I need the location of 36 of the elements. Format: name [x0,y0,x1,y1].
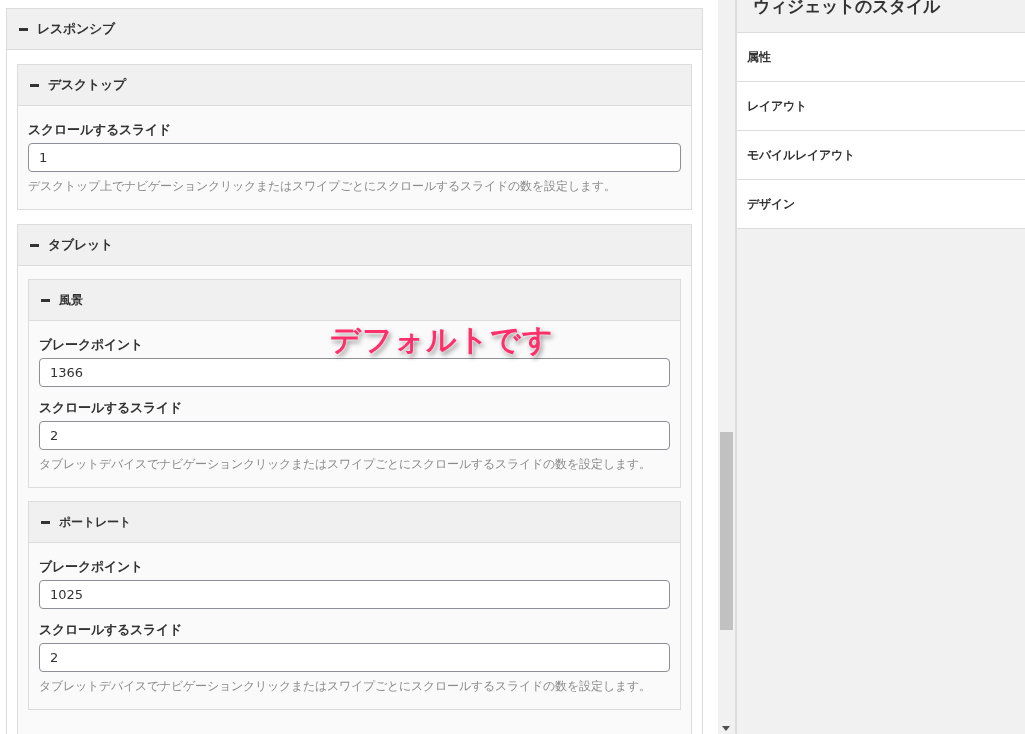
field-label: スクロールするスライド [28,121,171,139]
scrollbar-thumb[interactable] [720,432,733,630]
minus-icon [41,520,50,524]
field-label: ブレークポイント [39,558,143,576]
field-label: ブレークポイント [39,336,143,354]
input-field[interactable]: 2 [39,643,670,672]
help-text: タブレットデバイスでナビゲーションクリックまたはスワイプごとにスクロールするスライドの数を設定します。 [39,678,652,695]
input-field[interactable]: 1025 [39,580,670,609]
minus-icon [30,83,39,87]
minus-icon [19,27,28,31]
panel-menu-item[interactable]: デザイン [737,180,1025,229]
scroll-down-icon[interactable] [722,726,730,731]
input-field[interactable]: 1 [28,143,681,172]
field-label: スクロールするスライド [39,399,182,417]
panel-menu-item[interactable]: モバイルレイアウト [737,131,1025,180]
scrollbar[interactable] [718,0,736,734]
help-text: デスクトップ上でナビゲーションクリックまたはスワイプごとにスクロールするスライドの数を設定します。 [28,178,617,195]
section-title: タブレット [48,236,113,254]
input-field[interactable]: 1366 [39,358,670,387]
input-field[interactable]: 2 [39,421,670,450]
section-header[interactable]: デスクトップ [18,65,691,106]
section-title: デスクトップ [48,76,126,94]
section-header[interactable]: レスポンシブ [7,9,702,50]
section-title: レスポンシブ [37,20,115,38]
panel-menu-item[interactable]: レイアウト [737,82,1025,131]
help-text: タブレットデバイスでナビゲーションクリックまたはスワイプごとにスクロールするスライドの数を設定します。 [39,456,652,473]
minus-icon [41,298,50,302]
panel-menu-item[interactable]: 属性 [737,33,1025,82]
field-label: スクロールするスライド [39,621,182,639]
minus-icon [30,243,39,247]
section-title: 風景 [59,291,83,309]
annotation-text: デフォルトです [330,323,554,357]
section-title: ポートレート [59,513,131,531]
section-header[interactable]: ポートレート [29,502,680,543]
section-header[interactable]: 風景 [29,280,680,321]
section-header[interactable]: タブレット [18,225,691,266]
